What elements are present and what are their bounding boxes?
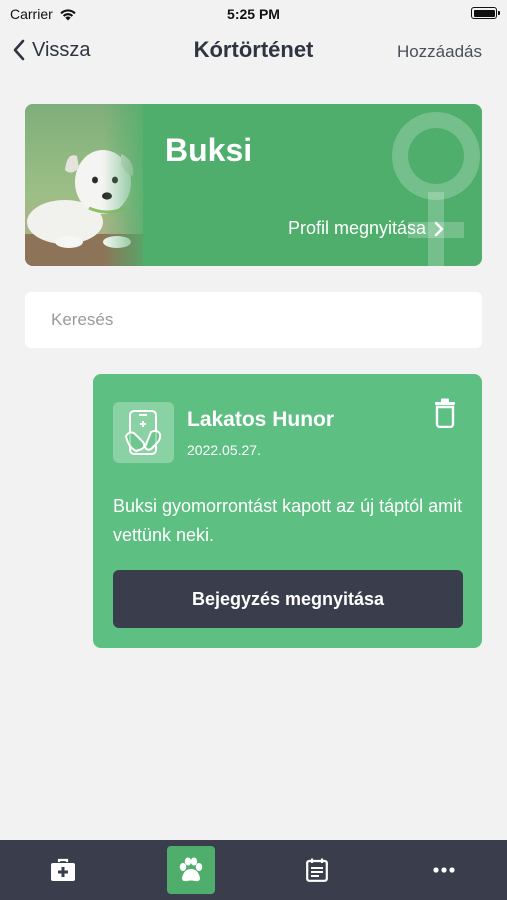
status-bar: Carrier 5:25 PM: [0, 0, 507, 28]
vet-record-icon: [113, 402, 174, 463]
search-input[interactable]: [25, 292, 482, 348]
paw-icon: [179, 857, 203, 882]
history-entry-card: Lakatos Hunor 2022.05.27. Buksi gyomorro…: [93, 374, 482, 648]
tab-medical[interactable]: [33, 840, 93, 900]
chevron-left-icon: [13, 39, 25, 61]
entry-text: Buksi gyomorrontást kapott az új táptól …: [113, 496, 463, 545]
pet-photo-fade: [103, 104, 153, 266]
status-time: 5:25 PM: [227, 6, 280, 22]
back-button[interactable]: Vissza: [12, 38, 91, 62]
entry-author: Lakatos Hunor: [187, 408, 335, 431]
chevron-right-icon: [434, 221, 444, 236]
navigation-bar: Vissza Kórtörténet Hozzáadás: [0, 30, 507, 74]
open-entry-button[interactable]: Bejegyzés megnyitása: [113, 570, 463, 628]
medical-kit-icon: [51, 858, 75, 881]
add-button[interactable]: Hozzáadás: [397, 42, 482, 62]
tab-bar: [0, 840, 507, 900]
pet-name: Buksi: [165, 132, 253, 168]
open-profile-link[interactable]: Profil megnyitása: [288, 218, 444, 239]
back-label: Vissza: [32, 38, 91, 61]
female-symbol-icon: [392, 112, 480, 266]
entry-date: 2022.05.27.: [187, 442, 261, 458]
trash-icon[interactable]: [434, 398, 456, 428]
battery-icon: [471, 7, 500, 19]
open-profile-label: Profil megnyitása: [287, 218, 426, 238]
tab-pets[interactable]: [161, 840, 221, 900]
tab-more[interactable]: [414, 840, 474, 900]
tab-calendar[interactable]: [287, 840, 347, 900]
more-icon: [433, 867, 455, 873]
pet-card[interactable]: Buksi Profil megnyitása: [25, 104, 482, 266]
calendar-icon: [306, 858, 328, 882]
